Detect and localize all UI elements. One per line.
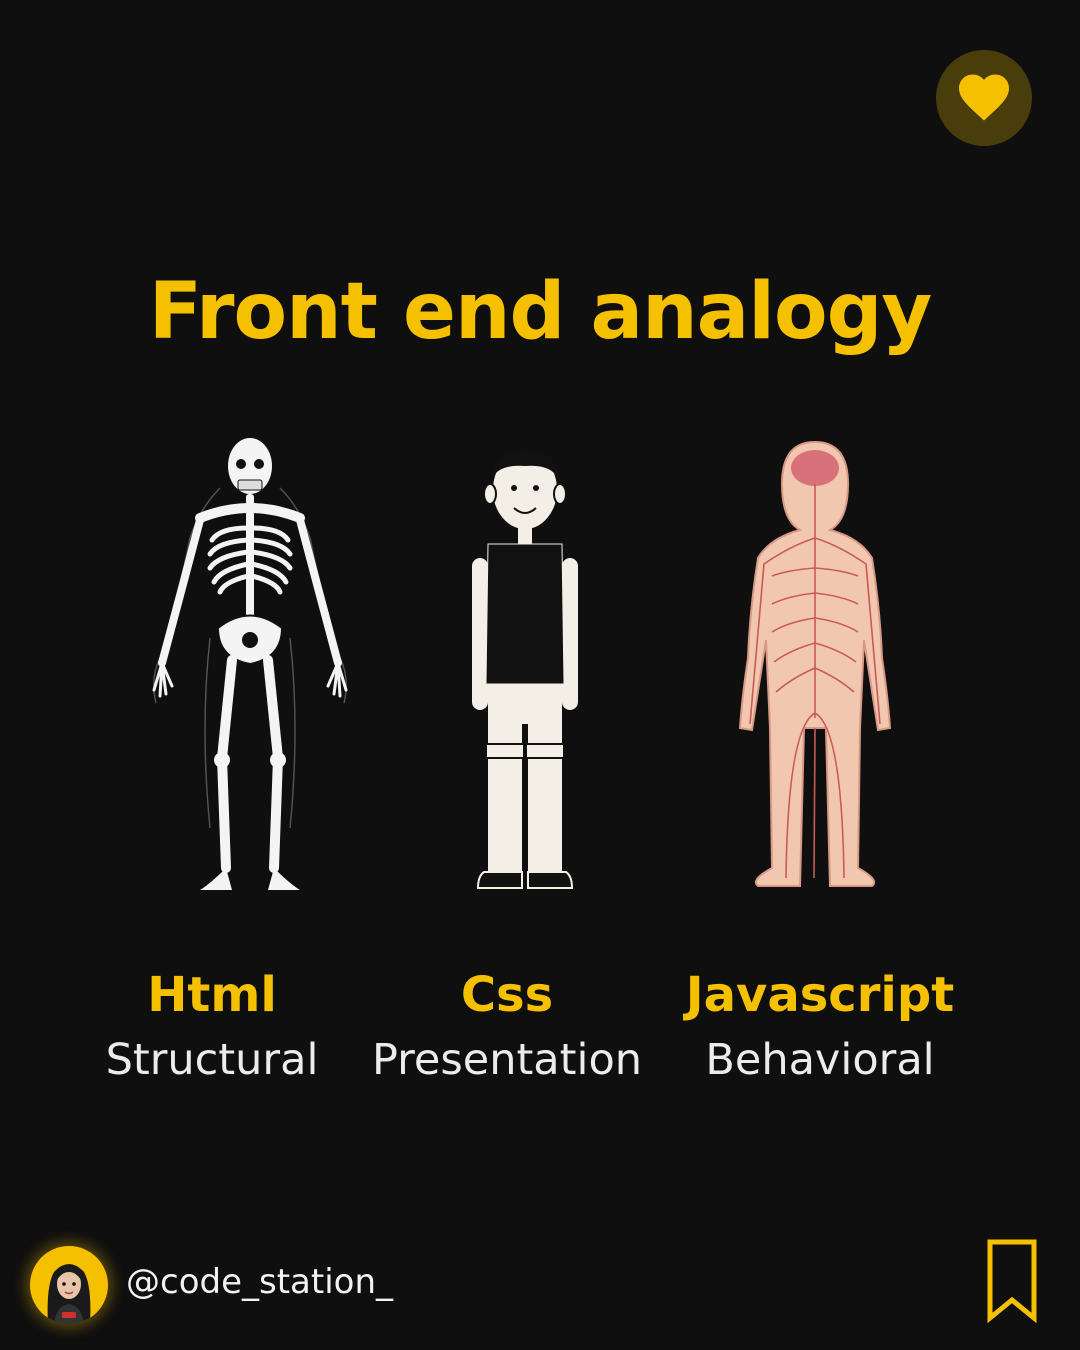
html-label: Html [147,967,277,1023]
html-role: Structural [105,1035,319,1085]
like-button[interactable] [936,50,1032,146]
bookmark-icon[interactable] [984,1238,1040,1324]
cartoon-person-illustration [472,449,578,889]
author-handle[interactable]: @code_station_ [126,1260,393,1304]
skeleton-illustration [152,438,348,890]
css-column: Css Presentation [357,965,657,1095]
css-label: Css [460,967,554,1023]
css-role: Presentation [371,1035,643,1085]
page-title: Front end analogy [148,267,933,357]
javascript-label: Javascript [685,967,955,1023]
avatar[interactable] [30,1246,108,1324]
nervous-system-illustration [738,440,892,887]
avatar-image [47,1264,91,1324]
javascript-role: Behavioral [705,1035,935,1085]
heart-icon [959,74,1009,121]
html-column: Html Structural [62,965,362,1095]
javascript-column: Javascript Behavioral [670,965,970,1095]
